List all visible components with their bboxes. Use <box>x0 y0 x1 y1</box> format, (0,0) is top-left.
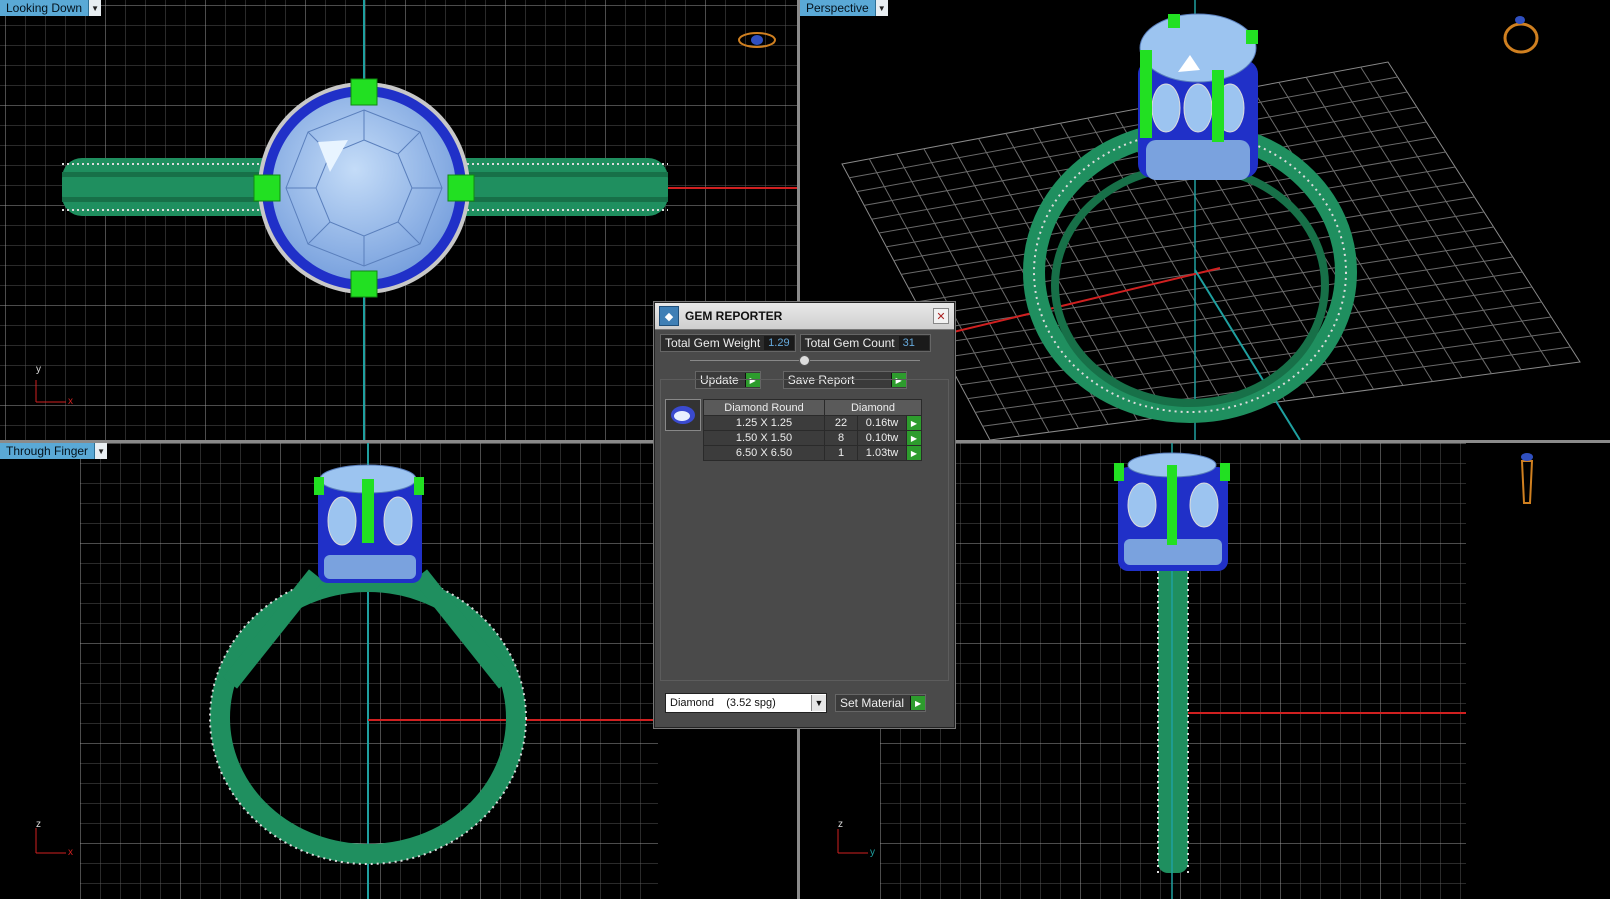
chevron-down-icon[interactable]: ▼ <box>88 0 102 16</box>
set-material-button-label: Set Material <box>840 696 905 710</box>
viewport-tab-perspective[interactable]: Perspective ▼ <box>800 0 888 16</box>
set-material-button[interactable]: Set Material ▶ <box>835 694 927 712</box>
perspective-grid-line <box>1360 66 1551 367</box>
table-row[interactable]: 1.25 X 1.25 22 0.16tw ▶ <box>703 415 922 431</box>
row-play-arrow-icon[interactable]: ▶ <box>906 415 922 431</box>
table-row[interactable]: 1.50 X 1.50 8 0.10tw ▶ <box>703 430 922 446</box>
close-icon[interactable]: ✕ <box>933 308 949 324</box>
gem-count: 8 <box>824 430 858 446</box>
gem-size: 1.50 X 1.50 <box>703 430 825 446</box>
viewport-label: Looking Down <box>6 1 83 15</box>
chevron-down-icon[interactable]: ▼ <box>94 443 108 459</box>
gem-size: 6.50 X 6.50 <box>703 445 825 461</box>
axis-label-y: y <box>870 847 875 858</box>
play-arrow-icon: ▶ <box>910 696 926 710</box>
splitter-slider[interactable] <box>689 355 920 366</box>
axis-label-z: z <box>36 819 41 830</box>
prong-right <box>447 174 475 202</box>
gem-count: 22 <box>824 415 858 431</box>
axis-label-x: x <box>68 847 73 858</box>
gem-size: 1.25 X 1.25 <box>703 415 825 431</box>
gem-table: Diamond Round Diamond 1.25 X 1.25 22 0.1… <box>703 399 922 461</box>
ring-perspective-icon[interactable] <box>1503 16 1539 54</box>
row-play-arrow-icon[interactable]: ▶ <box>906 430 922 446</box>
dialog-title: GEM REPORTER <box>685 309 783 323</box>
viewport-label: Perspective <box>806 1 869 15</box>
material-select[interactable]: Diamond (3.52 spg) ▼ <box>665 693 827 713</box>
chevron-down-icon[interactable]: ▼ <box>874 0 888 16</box>
total-gem-weight-label: Total Gem Weight <box>665 336 761 350</box>
center-gem-perspective <box>1139 13 1257 83</box>
gem-reporter-dialog[interactable]: ◆ GEM REPORTER ✕ Total Gem Weight 1.29 T… <box>654 302 955 728</box>
perspective-grid-line <box>1332 71 1522 371</box>
dropdown-arrow-icon[interactable]: ▼ <box>811 695 826 711</box>
axis-label-x: x <box>68 396 73 407</box>
total-gem-count-value: 31 <box>898 336 929 350</box>
gem-thumbnail-icon[interactable] <box>665 399 701 431</box>
ring-side-icon[interactable] <box>1520 453 1534 504</box>
prong-top <box>350 78 378 106</box>
material-select-value: Diamond (3.52 spg) <box>670 697 776 709</box>
axis-label-y: y <box>36 364 41 375</box>
column-header-shape[interactable]: Diamond Round <box>703 399 825 416</box>
gem-reporter-icon: ◆ <box>659 306 679 326</box>
total-gem-count: Total Gem Count 31 <box>799 334 931 352</box>
gem-count: 1 <box>824 445 858 461</box>
column-header-material[interactable]: Diamond <box>824 399 922 416</box>
prong-bottom <box>350 270 378 298</box>
row-play-arrow-icon[interactable]: ▶ <box>906 445 922 461</box>
viewport-label: Through Finger <box>6 444 89 458</box>
slider-knob[interactable] <box>798 355 810 366</box>
ring-shank-side <box>1158 553 1188 873</box>
viewport-tab-through-finger[interactable]: Through Finger ▼ <box>0 443 108 459</box>
axis-label-z: z <box>838 819 843 830</box>
total-gem-weight-value: 1.29 <box>764 336 794 350</box>
gem-weight: 0.10tw <box>857 430 907 446</box>
prong-left <box>253 174 281 202</box>
total-gem-count-label: Total Gem Count <box>804 336 895 350</box>
table-row[interactable]: 6.50 X 6.50 1 1.03tw ▶ <box>703 445 922 461</box>
dialog-titlebar[interactable]: ◆ GEM REPORTER ✕ <box>655 303 954 330</box>
gem-weight: 1.03tw <box>857 445 907 461</box>
viewport-tab-looking-down[interactable]: Looking Down ▼ <box>0 0 102 16</box>
total-gem-weight: Total Gem Weight 1.29 <box>660 334 796 352</box>
gem-weight: 0.16tw <box>857 415 907 431</box>
